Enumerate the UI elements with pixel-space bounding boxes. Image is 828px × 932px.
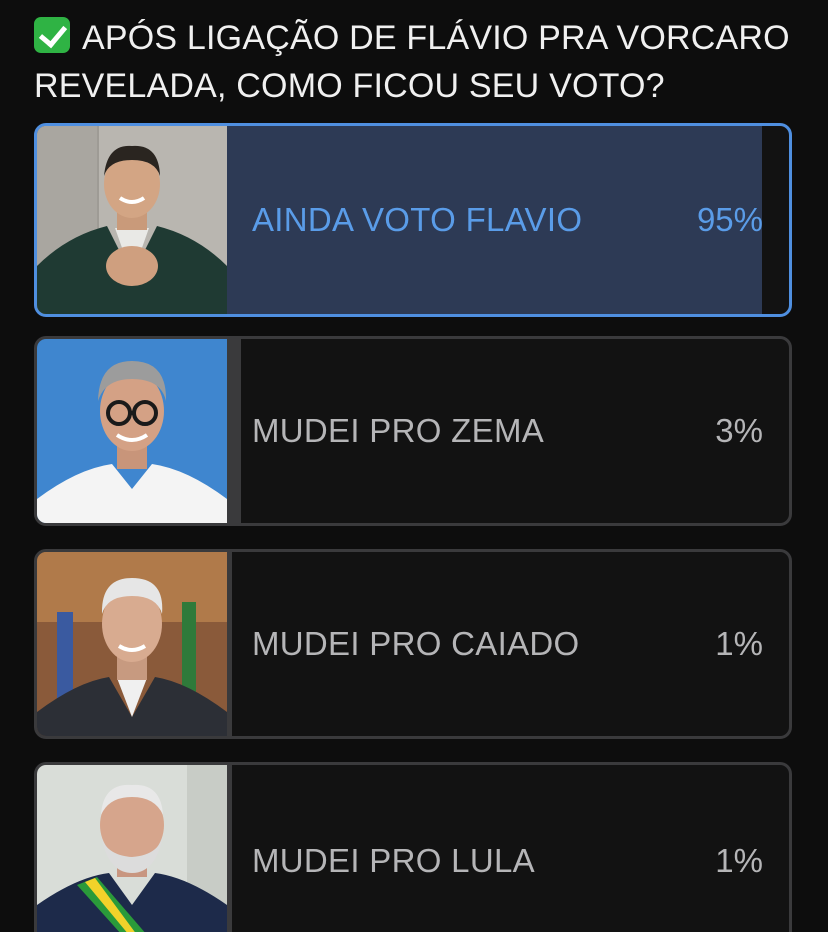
poll-option-percent: 1% [715,625,763,662]
poll-option-caiado[interactable]: MUDEI PRO CAIADO 1% [34,549,792,739]
poll-question-text: APÓS LIGAÇÃO DE FLÁVIO PRA VORCARO REVEL… [34,19,790,105]
check-mark-icon [34,17,70,53]
poll-option-percent: 95% [696,201,763,238]
poll-option-lula[interactable]: MUDEI PRO LULA 1% [34,762,792,932]
poll-option-percent: 3% [715,412,763,449]
candidate-photo-lula [37,765,227,932]
poll-option-zema[interactable]: MUDEI PRO ZEMA 3% [34,336,792,526]
candidate-photo-zema [37,339,227,523]
poll-option-percent: 1% [715,842,763,879]
poll-option-label: MUDEI PRO CAIADO [252,625,580,662]
poll-question: APÓS LIGAÇÃO DE FLÁVIO PRA VORCARO REVEL… [34,14,814,110]
candidate-photo-caiado [37,552,227,736]
poll-option-label: MUDEI PRO LULA [252,842,535,879]
poll-option-flavio[interactable]: AINDA VOTO FLAVIO 95% [34,123,792,317]
poll-option-label: MUDEI PRO ZEMA [252,412,545,449]
poll-option-label: AINDA VOTO FLAVIO [252,201,583,238]
candidate-photo-flavio [37,126,227,314]
